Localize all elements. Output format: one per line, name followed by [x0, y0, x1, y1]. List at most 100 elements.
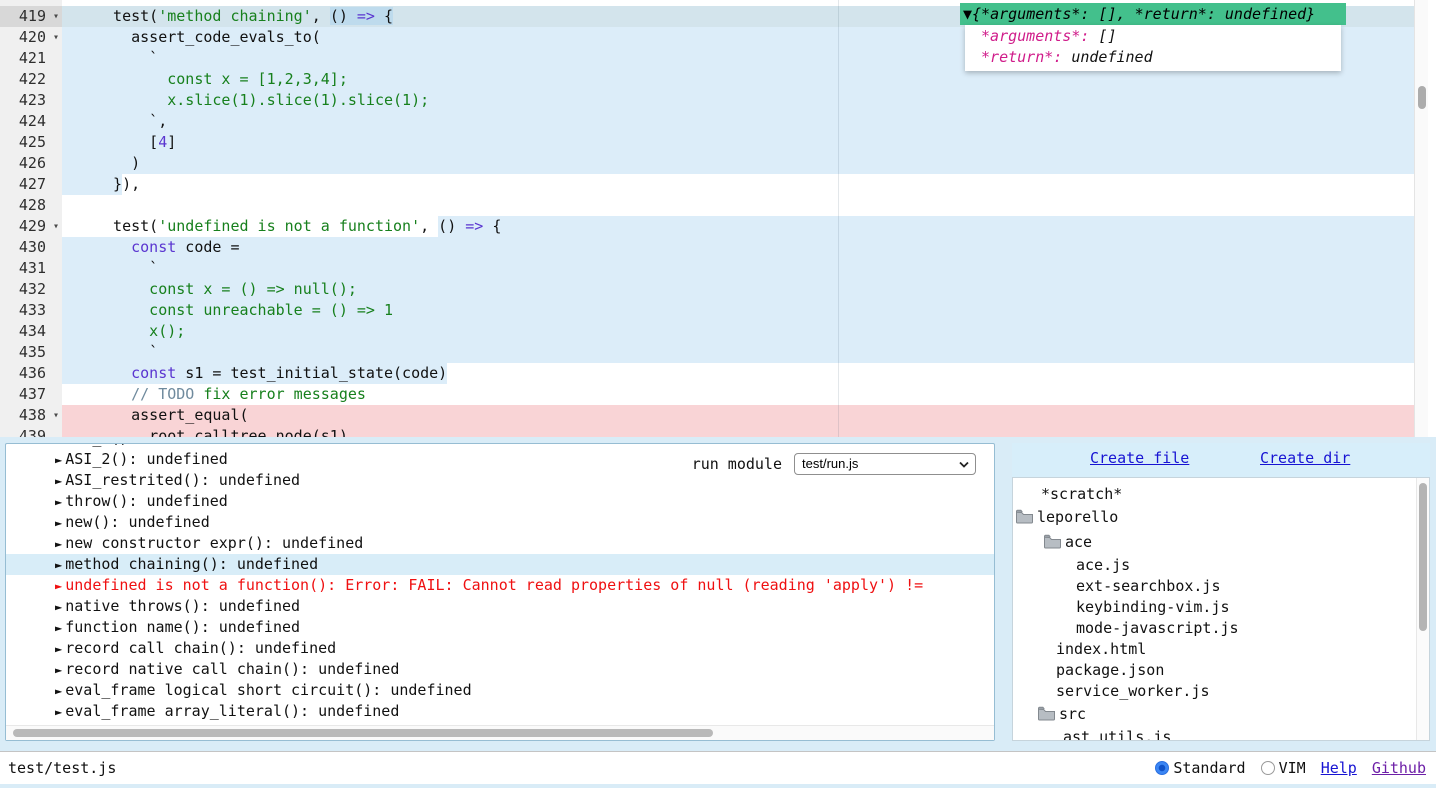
- expand-triangle-icon[interactable]: ►: [55, 444, 62, 446]
- expand-triangle-icon[interactable]: ►: [55, 558, 62, 572]
- code-line[interactable]: const unreachable = () => 1: [62, 300, 393, 321]
- call-result-item[interactable]: ►new constructor expr(): undefined: [6, 533, 994, 554]
- expand-triangle-icon[interactable]: ►: [55, 516, 62, 530]
- file-name: index.html: [1056, 640, 1146, 658]
- call-result-item[interactable]: ►method chaining(): undefined: [6, 554, 994, 575]
- file-tree-file[interactable]: *scratch*: [1013, 483, 1429, 504]
- call-result-item[interactable]: ►function name(): undefined: [6, 617, 994, 638]
- code-line[interactable]: // TODO fix error messages: [62, 384, 366, 405]
- expand-triangle-icon[interactable]: ►: [55, 495, 62, 509]
- expand-triangle-icon[interactable]: ►: [55, 642, 62, 656]
- call-results-list[interactable]: ►ASI_1(): undefined►ASI_2(): undefined►A…: [6, 444, 994, 725]
- code-token: `: [95, 49, 158, 67]
- file-tree-file[interactable]: service_worker.js: [1013, 680, 1429, 701]
- expand-triangle-icon[interactable]: ►: [55, 474, 62, 488]
- gutter-line-number: 433: [0, 300, 62, 321]
- file-name: mode-javascript.js: [1076, 619, 1239, 637]
- create-dir-link[interactable]: Create dir: [1260, 449, 1350, 467]
- value-tooltip-header[interactable]: ▼{*arguments*: [], *return*: undefined}: [960, 3, 1346, 25]
- code-line[interactable]: `: [62, 342, 158, 363]
- file-tree-folder[interactable]: leporello: [1013, 504, 1429, 529]
- keybinding-standard-option[interactable]: Standard: [1155, 759, 1245, 777]
- collapse-triangle-icon[interactable]: ▼: [963, 5, 972, 23]
- call-result-text: throw(): undefined: [65, 492, 228, 510]
- expand-triangle-icon[interactable]: ►: [55, 579, 62, 593]
- radio-standard[interactable]: [1155, 761, 1169, 775]
- call-result-text: record native call chain(): undefined: [65, 660, 399, 678]
- github-link[interactable]: Github: [1372, 759, 1426, 777]
- file-tree-file[interactable]: keybinding-vim.js: [1013, 596, 1429, 617]
- run-module-select[interactable]: test/run.js: [794, 453, 976, 475]
- call-result-item[interactable]: ►eval_frame logical short circuit(): und…: [6, 680, 994, 701]
- expand-triangle-icon[interactable]: ►: [55, 600, 62, 614]
- help-link[interactable]: Help: [1321, 759, 1357, 777]
- code-line[interactable]: [4]: [62, 132, 176, 153]
- code-token: {: [375, 7, 393, 25]
- code-line[interactable]: assert_code_evals_to(: [62, 27, 321, 48]
- code-line[interactable]: `: [62, 258, 158, 279]
- file-name: ace: [1065, 533, 1092, 551]
- expand-triangle-icon[interactable]: ►: [55, 663, 62, 677]
- code-line[interactable]: root_calltree_node(s1): [62, 426, 348, 437]
- keybinding-vim-option[interactable]: VIM: [1261, 759, 1306, 777]
- code-line[interactable]: test('method chaining', () => {: [62, 6, 393, 27]
- file-tree-folder[interactable]: ace: [1013, 529, 1429, 554]
- expand-triangle-icon[interactable]: ►: [55, 705, 62, 719]
- code-line[interactable]: x();: [62, 321, 185, 342]
- call-result-item[interactable]: ►record call chain(): undefined: [6, 638, 994, 659]
- file-tree-folder[interactable]: src: [1013, 701, 1429, 726]
- run-module-selected-value: test/run.js: [802, 456, 858, 471]
- tooltip-entry[interactable]: *arguments*: []: [965, 26, 1341, 47]
- tooltip-entry[interactable]: *return*: undefined: [965, 47, 1341, 68]
- create-file-link[interactable]: Create file: [1090, 449, 1189, 467]
- code-line[interactable]: [62, 195, 95, 216]
- fold-arrow-icon[interactable]: ▾: [53, 27, 59, 48]
- expand-triangle-icon[interactable]: ►: [55, 684, 62, 698]
- code-line[interactable]: }),: [62, 174, 140, 195]
- code-line[interactable]: const x = [1,2,3,4];: [62, 69, 348, 90]
- call-result-item[interactable]: ►native throws(): undefined: [6, 596, 994, 617]
- file-tree-file[interactable]: ext-searchbox.js: [1013, 575, 1429, 596]
- fold-arrow-icon[interactable]: ▾: [53, 6, 59, 27]
- expand-triangle-icon[interactable]: ►: [55, 621, 62, 635]
- code-line[interactable]: const code =: [62, 237, 240, 258]
- call-result-item[interactable]: ►eval_frame array_literal(): undefined: [6, 701, 994, 722]
- editor-vertical-scrollbar[interactable]: [1414, 0, 1428, 437]
- calls-horizontal-scrollbar[interactable]: [6, 725, 994, 740]
- code-line[interactable]: test('undefined is not a function', () =…: [62, 216, 501, 237]
- code-line[interactable]: const s1 = test_initial_state(code): [62, 363, 447, 384]
- editor-gutter[interactable]: 419▾420▾421422423424425426427428429▾4304…: [0, 0, 62, 437]
- eval-region-highlight: [62, 342, 1414, 363]
- call-result-item[interactable]: ►throw(): undefined: [6, 491, 994, 512]
- code-line[interactable]: `,: [62, 111, 167, 132]
- code-line[interactable]: ): [62, 153, 140, 174]
- expand-triangle-icon[interactable]: ►: [55, 453, 62, 467]
- code-line[interactable]: `: [62, 48, 158, 69]
- eval-region-highlight: [62, 237, 1414, 258]
- fold-arrow-icon[interactable]: ▾: [53, 405, 59, 426]
- scrollbar-thumb[interactable]: [13, 729, 713, 737]
- file-tree-file[interactable]: ace.js: [1013, 554, 1429, 575]
- scrollbar-thumb[interactable]: [1418, 86, 1426, 109]
- file-tree-file[interactable]: ast_utils.js: [1013, 726, 1429, 741]
- file-name: service_worker.js: [1056, 682, 1210, 700]
- file-tree[interactable]: *scratch*leporello ace ace.jsext-searchbox…: [1012, 477, 1430, 741]
- code-line[interactable]: const x = () => null();: [62, 279, 357, 300]
- gutter-line-number: 435: [0, 342, 62, 363]
- files-vertical-scrollbar[interactable]: [1416, 478, 1429, 740]
- call-result-item[interactable]: ►new(): undefined: [6, 512, 994, 533]
- file-tree-file[interactable]: package.json: [1013, 659, 1429, 680]
- call-result-item[interactable]: ►record native call chain(): undefined: [6, 659, 994, 680]
- radio-vim[interactable]: [1261, 761, 1275, 775]
- code-line[interactable]: x.slice(1).slice(1).slice(1);: [62, 90, 429, 111]
- file-tree-file[interactable]: mode-javascript.js: [1013, 617, 1429, 638]
- call-result-text: native throws(): undefined: [65, 597, 300, 615]
- code-line[interactable]: assert_equal(: [62, 405, 249, 426]
- call-result-item[interactable]: ►undefined is not a function(): Error: F…: [6, 575, 994, 596]
- gutter-line-number: 428: [0, 195, 62, 216]
- gutter-line-number: 426: [0, 153, 62, 174]
- fold-arrow-icon[interactable]: ▾: [53, 216, 59, 237]
- expand-triangle-icon[interactable]: ►: [55, 537, 62, 551]
- file-tree-file[interactable]: index.html: [1013, 638, 1429, 659]
- scrollbar-thumb[interactable]: [1419, 483, 1427, 631]
